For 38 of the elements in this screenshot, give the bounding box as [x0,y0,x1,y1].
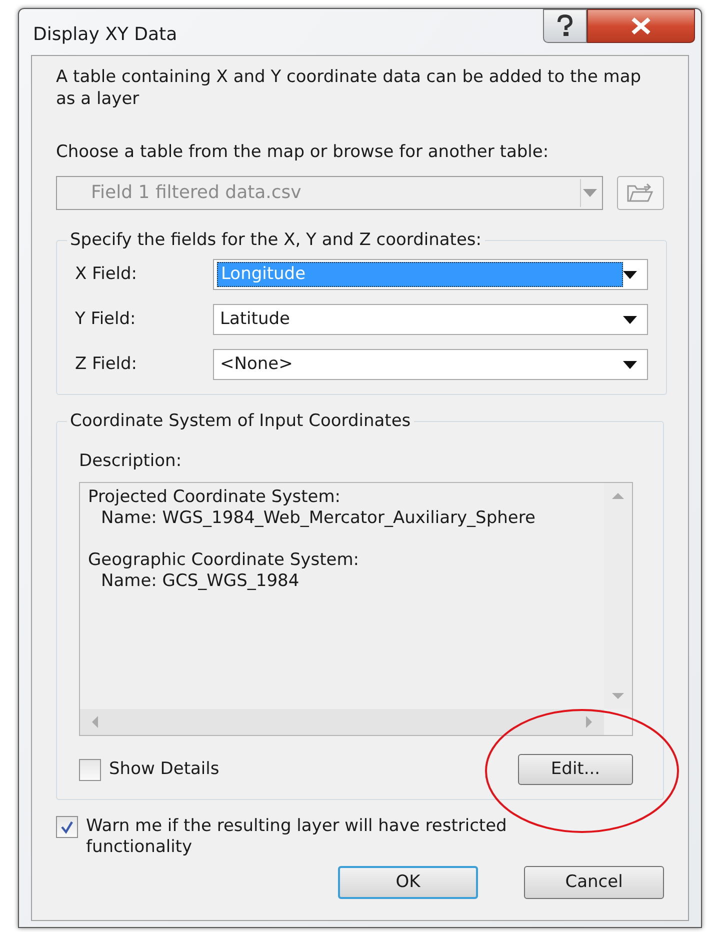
system-heading: Projected Coordinate System: [88,487,342,508]
group-title: Specify the fields for the X, Y and Z coordinates: [69,228,483,252]
field-label: X Field: [75,262,138,286]
dropdown-arrow-icon [623,270,637,278]
field-dropdown[interactable]: Latitude [213,304,648,335]
help-button[interactable] [543,9,587,43]
dialog-button[interactable]: OK [338,866,478,899]
intro-text: A table containing X and Y coordinate data can be added to the map as a layer [56,66,642,110]
horizontal-scrollbar[interactable] [80,709,604,735]
dropdown-arrow-icon [623,360,637,368]
scroll-right-icon [586,716,592,728]
scroll-left-icon [92,716,98,728]
system-name: Name: GCS_WGS_1984 [100,571,300,592]
system-heading: Geographic Coordinate System: [88,550,360,571]
dropdown-arrow-icon [623,316,637,324]
dialog-button[interactable]: Cancel [524,866,664,899]
system-name: Name: WGS_1984_Web_Mercator_Auxiliary_Sphere [100,508,536,529]
edit-button[interactable]: Edit... [518,754,633,785]
field-label: Y Field: [75,308,137,331]
dropdown-arrow-icon [583,188,598,196]
group-title: Coordinate System of Input Coordinates [69,410,412,433]
checkbox[interactable] [56,816,78,838]
checkbox[interactable] [79,758,101,780]
scroll-down-icon [612,693,624,699]
folder-icon [626,182,654,202]
checkbox-label: Show Details [109,758,220,781]
description-label: Description: [79,450,183,472]
window-title: Display XY Data [33,23,178,47]
field-label: Z Field: [75,352,138,376]
table-prompt: Choose a table from the map or browse for another table: [56,141,550,164]
close-icon [630,17,652,35]
browse-button[interactable] [616,176,664,210]
close-button[interactable] [587,9,695,43]
help-icon [555,14,575,38]
field-dropdown[interactable]: <None> [213,349,648,380]
checkbox-label: Warn me if the resulting layer will have restricted functionality [86,816,508,858]
scroll-up-icon [612,493,624,499]
checkmark-icon [60,820,74,834]
